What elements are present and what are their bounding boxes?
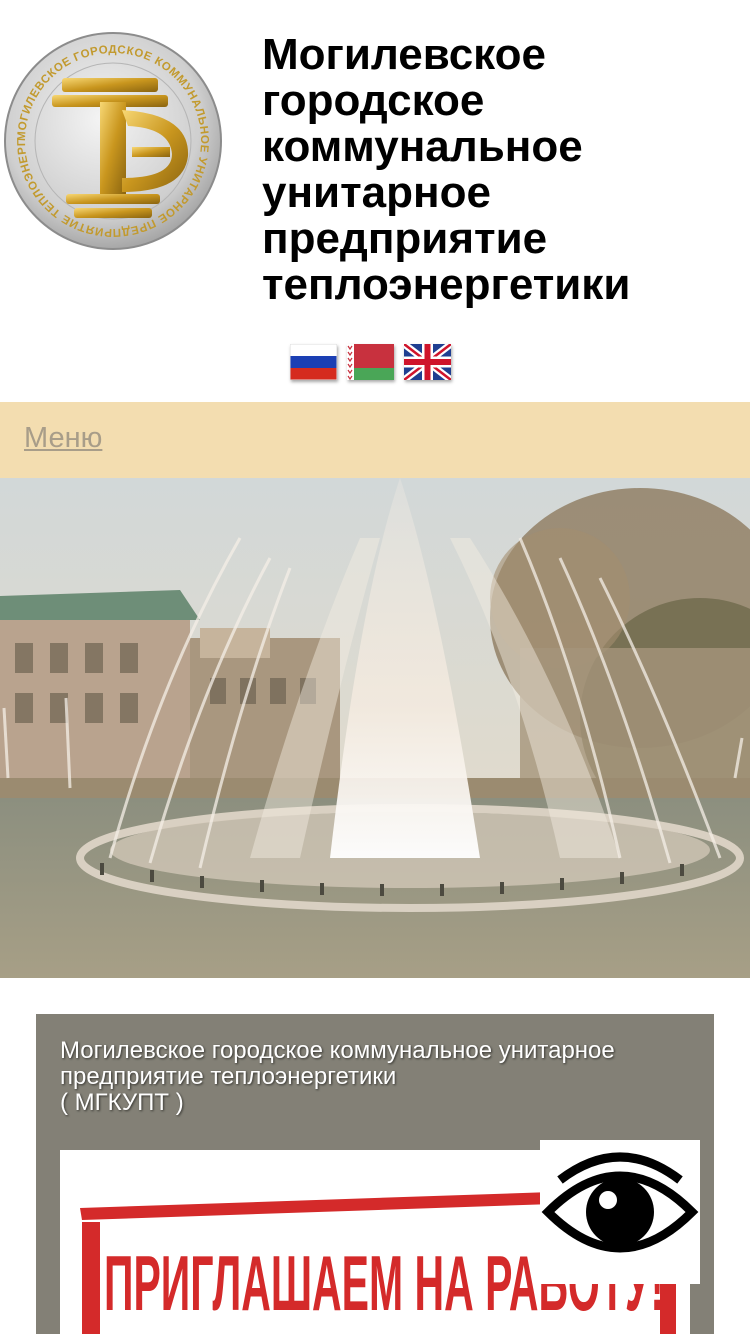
intro-line: предприятие теплоэнергетики	[60, 1063, 397, 1090]
banner-fountain-image	[0, 478, 750, 978]
intro-abbreviation: ( МГКУПТ )	[60, 1089, 184, 1116]
site-title-line: унитарное	[262, 168, 491, 217]
intro-text: Могилевское городское коммунальное унита…	[60, 1038, 700, 1116]
site-title-line: теплоэнергетики	[262, 260, 631, 309]
site-title-line: Могилевское	[262, 30, 546, 79]
page: МОГИЛЕВСКОЕ ГОРОДСКОЕ КОММУНАЛЬНОЕ УНИТА…	[0, 0, 750, 1334]
site-title: Могилевское городское коммунальное унита…	[262, 32, 742, 308]
site-title-line: городское	[262, 76, 485, 125]
menu-toggle[interactable]: Меню	[24, 422, 102, 455]
site-header: МОГИЛЕВСКОЕ ГОРОДСКОЕ КОММУНАЛЬНОЕ УНИТА…	[0, 0, 750, 402]
belarus-flag-icon[interactable]	[347, 344, 394, 380]
logo[interactable]: МОГИЛЕВСКОЕ ГОРОДСКОЕ КОММУНАЛЬНОЕ УНИТА…	[4, 32, 222, 250]
menu-bar: Меню	[0, 402, 750, 478]
accessibility-button[interactable]	[540, 1140, 700, 1284]
russia-flag-icon[interactable]	[290, 344, 337, 380]
intro-line: Могилевское городское коммунальное унита…	[60, 1037, 615, 1064]
site-title-line: коммунальное	[262, 122, 583, 171]
site-title-line: предприятие	[262, 214, 548, 263]
uk-flag-icon[interactable]	[404, 344, 451, 380]
eye-icon	[540, 1140, 700, 1284]
language-switcher	[290, 344, 451, 380]
